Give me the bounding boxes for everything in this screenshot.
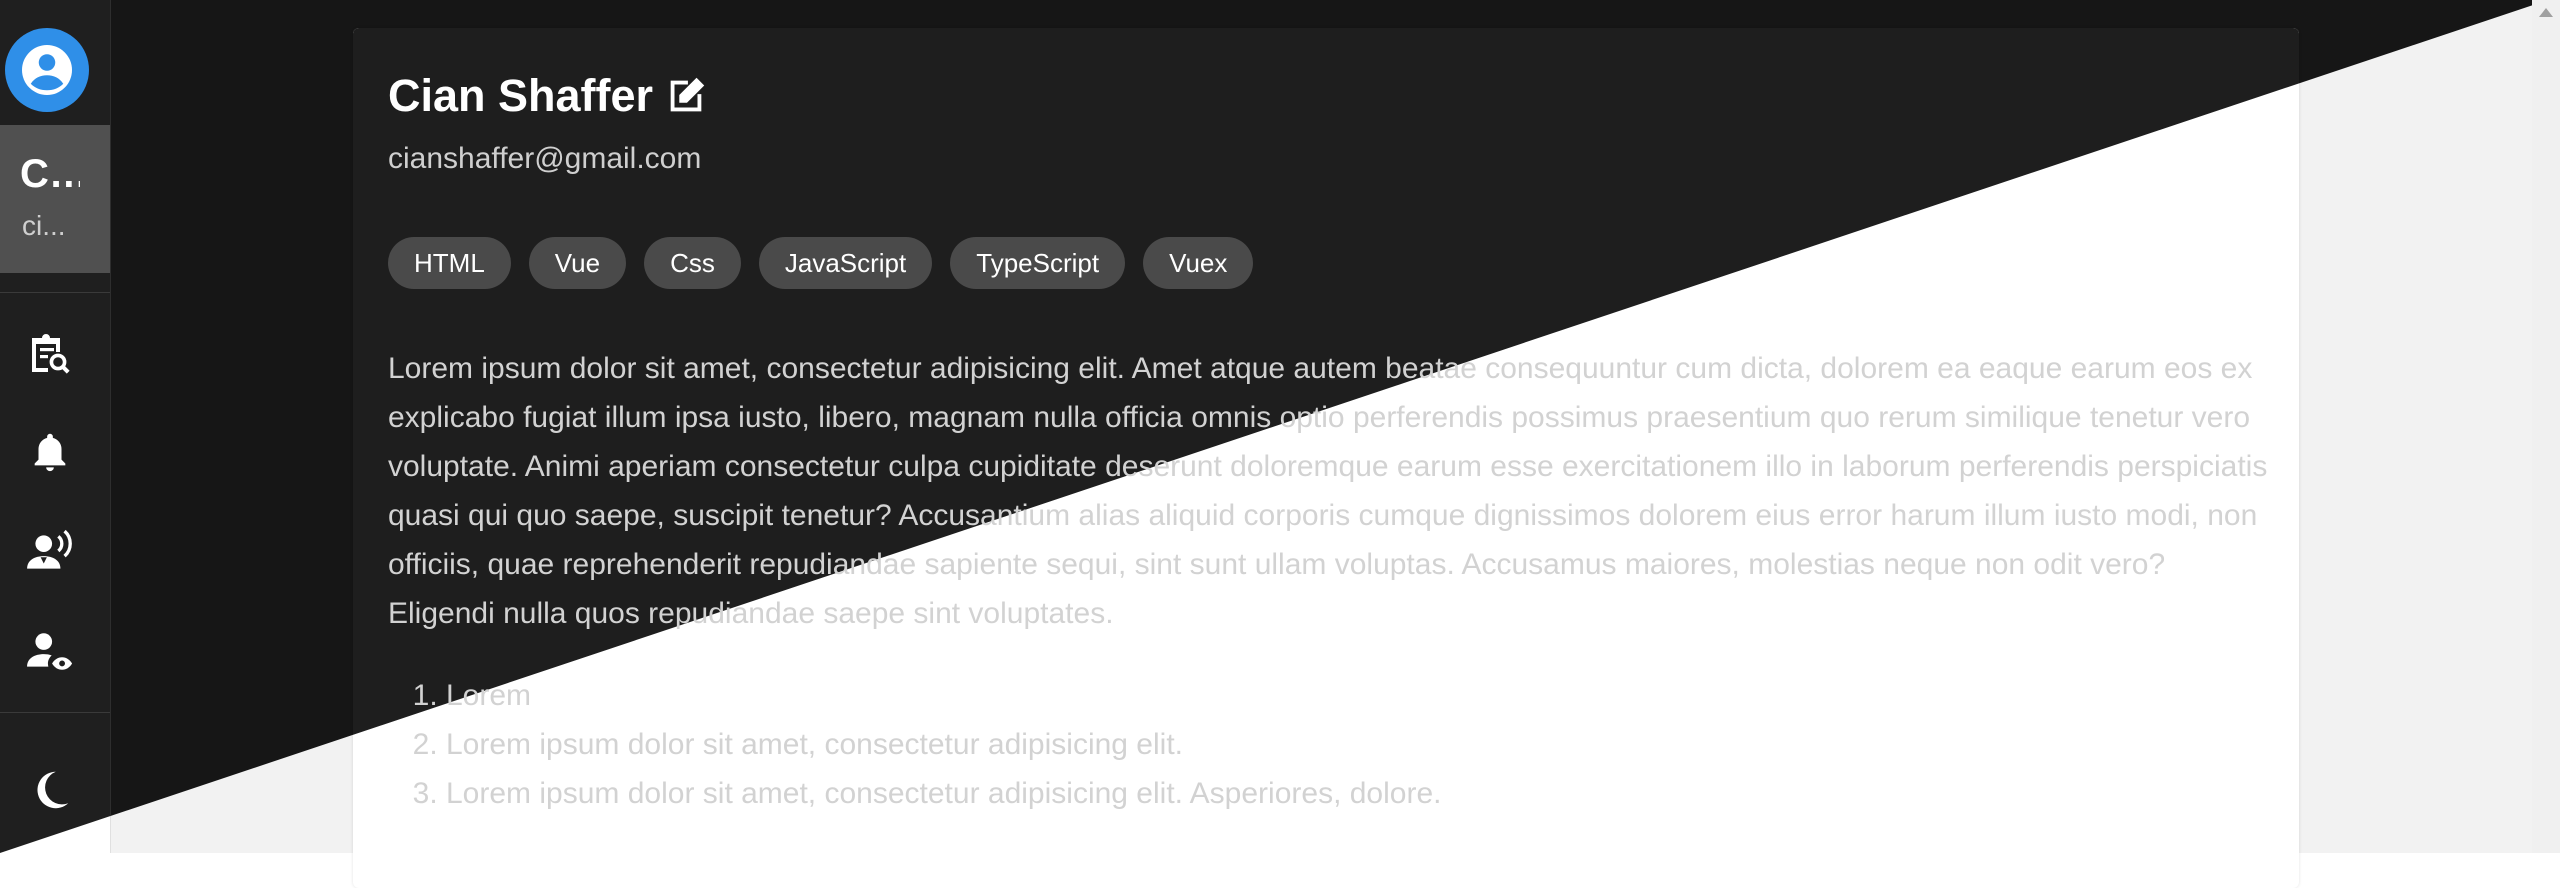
account-eye-icon [27, 633, 73, 670]
nav-item-notifications[interactable] [24, 426, 76, 478]
tag-chip[interactable]: Vue [528, 237, 627, 289]
account-circle-icon [22, 45, 72, 95]
tag-chip[interactable]: Css [644, 237, 741, 289]
profile-title-row: Cian Shaffer [388, 70, 709, 122]
account-voice-icon [27, 529, 72, 569]
list-item: Lorem ipsum dolor sit amet, consectetur … [446, 769, 1441, 818]
bell-icon [34, 433, 66, 472]
rail-divider [0, 292, 110, 293]
rail-divider [0, 712, 110, 713]
profile-email: cianshaffer@gmail.com [388, 142, 702, 175]
tag-chip[interactable]: Vuex [1143, 237, 1254, 289]
current-user-name: C... [20, 152, 80, 196]
avatar[interactable] [5, 28, 89, 112]
profile-name: Cian Shaffer [388, 70, 654, 121]
nav-item-tasks[interactable] [24, 328, 76, 380]
profile-list: Lorem Lorem ipsum dolor sit amet, consec… [388, 671, 1441, 818]
current-user-email: ci... [22, 210, 66, 241]
nav-item-watch[interactable] [24, 626, 76, 678]
theme-toggle[interactable] [24, 764, 76, 816]
profile-bio: Lorem ipsum dolor sit amet, consectetur … [388, 352, 2268, 630]
profile-content: Cian Shaffer cianshaffer@gmail.com HTML … [388, 0, 2268, 853]
current-user-card[interactable] [0, 125, 110, 273]
nav-item-broadcast[interactable] [24, 526, 76, 578]
page-scrollbar[interactable] [2532, 0, 2560, 853]
edit-icon[interactable] [663, 73, 709, 119]
list-item: Lorem [446, 671, 1441, 720]
clipboard-search-icon [32, 334, 70, 374]
scroll-up-arrow-icon[interactable] [2539, 8, 2553, 17]
tag-chip[interactable]: JavaScript [758, 237, 933, 289]
skill-tags: HTML Vue Css JavaScript TypeScript Vuex [388, 237, 1254, 289]
list-item: Lorem ipsum dolor sit amet, consectetur … [446, 720, 1441, 769]
side-rail: C... ci... [0, 0, 111, 853]
tag-chip[interactable]: TypeScript [950, 237, 1126, 289]
moon-icon [37, 771, 69, 809]
tag-chip[interactable]: HTML [388, 237, 511, 289]
